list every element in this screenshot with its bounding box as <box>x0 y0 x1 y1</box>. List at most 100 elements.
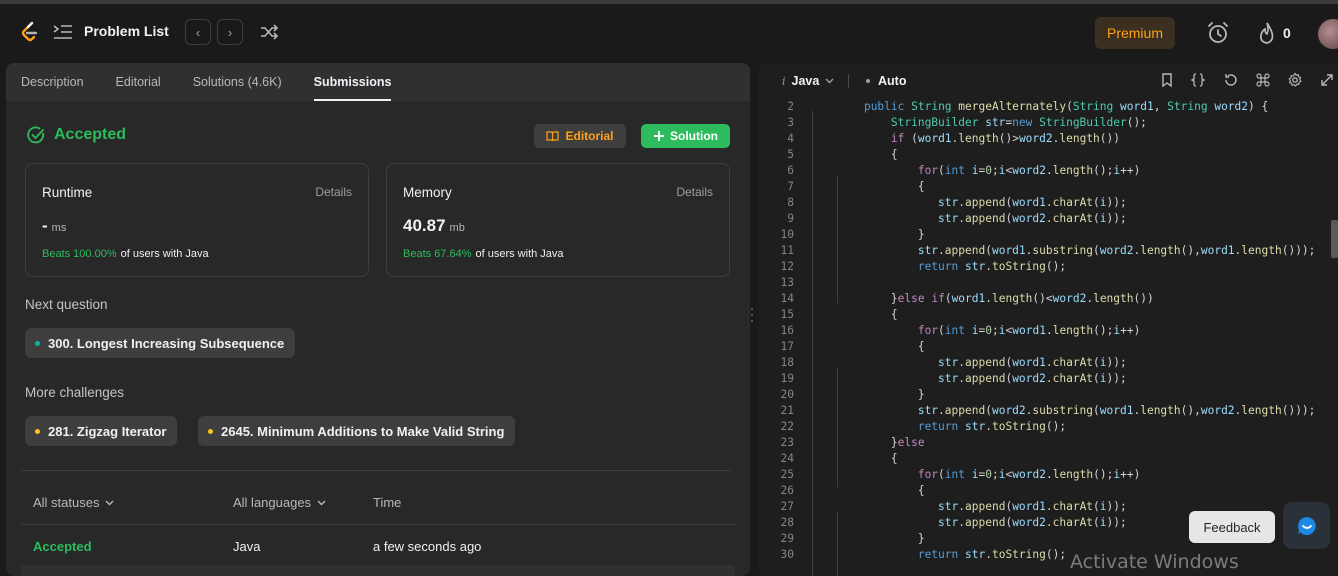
tab-description[interactable]: Description <box>21 63 84 101</box>
code-editor-panel: i Java Auto 2 public String mergeAlterna… <box>758 63 1338 576</box>
code-line[interactable]: str.append(word1.charAt(i)); <box>837 196 1127 209</box>
memory-card[interactable]: Memory Details 40.87 mb Beats 67.64% of us… <box>386 163 730 277</box>
code-line[interactable]: }else if(word1.length()<word2.length()) <box>837 292 1154 305</box>
code-line[interactable]: { <box>837 180 925 193</box>
alarm-clock-icon[interactable] <box>1206 21 1230 45</box>
activate-windows-watermark: Activate Windows <box>1070 551 1239 573</box>
shuffle-icon[interactable] <box>258 22 280 42</box>
challenge-chip[interactable]: 281. Zigzag Iterator <box>25 416 178 446</box>
code-line[interactable]: str.append(word1.charAt(i)); <box>837 500 1127 513</box>
line-number: 20 <box>780 388 794 401</box>
code-line[interactable]: { <box>837 484 925 497</box>
reset-icon[interactable] <box>1223 72 1239 88</box>
code-line[interactable]: return str.toString(); <box>837 548 1066 561</box>
code-area[interactable]: 2 public String mergeAlternately(String … <box>758 97 1338 576</box>
line-number: 23 <box>780 436 794 449</box>
line-number: 28 <box>780 516 794 529</box>
code-line[interactable]: str.append(word1.charAt(i)); <box>837 356 1127 369</box>
code-line[interactable]: for(int i=0;i<word2.length();i++) <box>837 468 1140 481</box>
table-row[interactable] <box>21 565 735 576</box>
line-number: 27 <box>780 500 794 513</box>
code-line[interactable]: str.append(word2.charAt(i)); <box>837 372 1127 385</box>
submission-time: a few seconds ago <box>373 539 482 554</box>
divider <box>21 524 735 525</box>
code-line[interactable]: } <box>837 228 925 241</box>
indent-guide <box>837 511 838 576</box>
prev-problem-button[interactable]: ‹ <box>185 19 211 45</box>
chevron-right-icon: › <box>227 24 233 40</box>
code-line[interactable]: } <box>837 532 925 545</box>
code-line[interactable]: return str.toString(); <box>837 420 1066 433</box>
challenge-label: 281. Zigzag Iterator <box>48 423 167 439</box>
code-line[interactable]: }else <box>837 436 925 449</box>
line-number: 4 <box>787 132 794 145</box>
more-challenges-title: More challenges <box>25 385 125 400</box>
leetcode-logo-icon[interactable] <box>18 20 42 44</box>
streak-flame-icon[interactable] <box>1256 21 1278 45</box>
problem-list-link[interactable]: Problem List <box>84 23 169 39</box>
runtime-beats-suffix: of users with Java <box>120 248 209 260</box>
runtime-beats-percent: Beats 100.00% <box>42 248 117 260</box>
line-number: 9 <box>787 212 794 225</box>
post-solution-button[interactable]: Solution <box>641 124 730 148</box>
chat-support-button[interactable] <box>1283 502 1330 549</box>
auto-mode-toggle[interactable]: Auto <box>866 74 906 88</box>
tab-submissions[interactable]: Submissions <box>313 63 392 101</box>
feedback-button[interactable]: Feedback <box>1189 511 1275 543</box>
bookmark-icon[interactable] <box>1159 72 1175 88</box>
next-question-chip[interactable]: 300. Longest Increasing Subsequence <box>25 328 296 358</box>
premium-button[interactable]: Premium <box>1095 17 1175 49</box>
chevron-down-icon <box>317 500 326 505</box>
code-line[interactable]: { <box>837 452 898 465</box>
memory-number: 40.87 <box>403 216 446 235</box>
runtime-details-link[interactable]: Details <box>315 185 352 199</box>
braces-icon[interactable] <box>1190 72 1206 88</box>
code-line[interactable]: str.append(word2.charAt(i)); <box>837 212 1127 225</box>
problem-list-icon[interactable] <box>52 22 74 42</box>
next-problem-button[interactable]: › <box>217 19 243 45</box>
chevron-down-icon <box>825 78 834 84</box>
status-filter-dropdown[interactable]: All statuses <box>33 495 114 510</box>
settings-gear-icon[interactable] <box>1287 72 1303 88</box>
memory-details-link[interactable]: Details <box>676 185 713 199</box>
code-line[interactable]: str.append(word2.substring(word1.length(… <box>837 404 1316 417</box>
submission-status[interactable]: Accepted <box>33 539 92 554</box>
editor-scrollbar-thumb[interactable] <box>1331 220 1338 258</box>
check-circle-icon <box>27 126 44 144</box>
code-line[interactable]: for(int i=0;i<word2.length();i++) <box>837 164 1140 177</box>
challenge-label: 2645. Minimum Additions to Make Valid St… <box>221 423 505 439</box>
command-key-icon[interactable] <box>1255 72 1271 88</box>
memory-label: Memory <box>403 185 452 200</box>
tab-editorial[interactable]: Editorial <box>116 63 161 101</box>
code-line[interactable]: return str.toString(); <box>837 260 1066 273</box>
line-number: 2 <box>787 100 794 113</box>
plus-icon <box>654 131 664 141</box>
tab-solutions[interactable]: Solutions (4.6K) <box>193 63 282 101</box>
line-number: 26 <box>780 484 794 497</box>
code-line[interactable]: str.append(word2.charAt(i)); <box>837 516 1127 529</box>
code-line[interactable]: public String mergeAlternately(String wo… <box>837 100 1268 113</box>
language-filter-dropdown[interactable]: All languages <box>233 495 326 510</box>
line-number: 3 <box>787 116 794 129</box>
editorial-button[interactable]: Editorial <box>534 124 626 148</box>
line-number: 18 <box>780 356 794 369</box>
submission-language: Java <box>233 539 261 554</box>
line-number: 11 <box>780 244 794 257</box>
line-number: 14 <box>780 292 794 305</box>
expand-icon[interactable] <box>1319 72 1335 88</box>
memory-beats-suffix: of users with Java <box>475 248 564 260</box>
code-line[interactable]: } <box>837 388 925 401</box>
line-number: 15 <box>780 308 794 321</box>
code-line[interactable]: { <box>837 340 925 353</box>
panel-resize-handle[interactable] <box>750 305 754 325</box>
challenge-chip[interactable]: 2645. Minimum Additions to Make Valid St… <box>198 416 516 446</box>
code-line[interactable]: for(int i=0;i<word1.length();i++) <box>837 324 1140 337</box>
runtime-card[interactable]: Runtime Details - ms Beats 100.00% of user… <box>25 163 369 277</box>
avatar[interactable] <box>1318 19 1338 49</box>
code-line[interactable]: { <box>837 148 898 161</box>
code-line[interactable]: StringBuilder str=new StringBuilder(); <box>837 116 1147 129</box>
language-select[interactable]: i Java <box>782 74 834 88</box>
code-line[interactable]: str.append(word1.substring(word2.length(… <box>837 244 1316 257</box>
code-line[interactable]: { <box>837 308 898 321</box>
code-line[interactable]: if (word1.length()>word2.length()) <box>837 132 1120 145</box>
